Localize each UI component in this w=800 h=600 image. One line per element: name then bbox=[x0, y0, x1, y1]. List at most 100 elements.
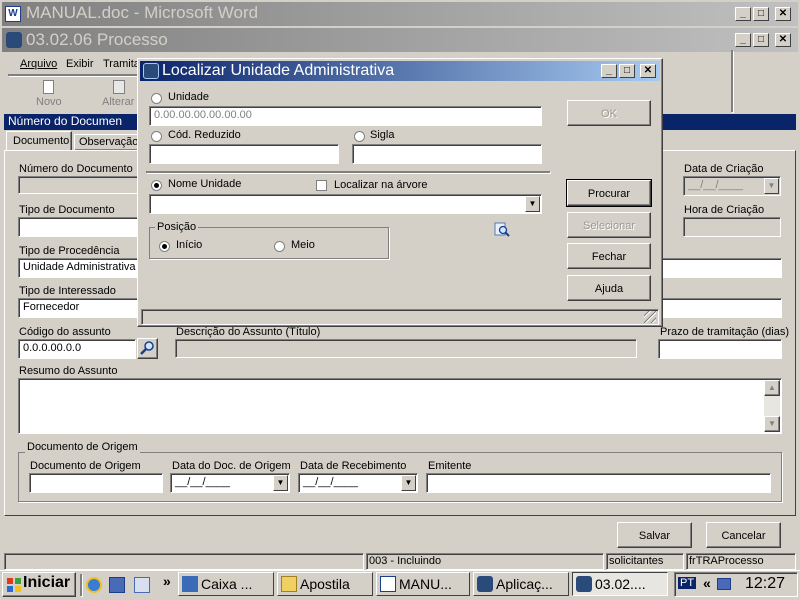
tipo-procedencia-field[interactable]: Unidade Administrativa bbox=[18, 258, 138, 278]
word-doc-icon: W bbox=[5, 6, 21, 22]
radio-nome-unidade-label: Nome Unidade bbox=[168, 178, 242, 190]
interessado-name-field[interactable] bbox=[660, 298, 782, 318]
taskbar-item-apostila[interactable]: Apostila bbox=[277, 572, 373, 596]
ok-button[interactable]: OK bbox=[567, 100, 651, 126]
resumo-assunto-textarea[interactable]: ▲ ▼ bbox=[18, 378, 782, 434]
word-window-title: MANUAL.doc - Microsoft Word bbox=[26, 3, 259, 22]
show-desktop-icon[interactable] bbox=[134, 577, 150, 593]
scrollbar-track[interactable] bbox=[764, 396, 780, 416]
codigo-assunto-value: 0.0.0.00.0.0 bbox=[23, 342, 82, 354]
app-icon bbox=[477, 576, 493, 592]
dialog-close-button[interactable]: ✕ bbox=[640, 64, 656, 78]
tipo-interessado-field[interactable]: Fornecedor bbox=[18, 298, 138, 318]
cod-reduzido-field[interactable] bbox=[149, 144, 339, 164]
cancelar-button[interactable]: Cancelar bbox=[706, 522, 781, 548]
dialog-titlebar[interactable]: Localizar Unidade Administrativa _ □ ✕ bbox=[140, 61, 660, 81]
start-button[interactable]: Iniciar bbox=[2, 572, 76, 597]
prazo-tramitacao-label: Prazo de tramitação (dias) bbox=[660, 326, 789, 338]
taskbar-item-aplicacao[interactable]: Aplicaç... bbox=[473, 572, 569, 596]
fechar-button[interactable]: Fechar bbox=[567, 243, 651, 269]
procedencia-name-field[interactable] bbox=[660, 258, 782, 278]
taskbar-item-caixa[interactable]: Caixa ... bbox=[178, 572, 274, 596]
descricao-assunto-field bbox=[175, 339, 637, 358]
tab-observacao-label: Observação bbox=[79, 136, 139, 148]
radio-posicao-meio[interactable] bbox=[274, 241, 285, 252]
tab-documento[interactable]: Documento bbox=[6, 131, 72, 151]
ajuda-button[interactable]: Ajuda bbox=[567, 275, 651, 301]
folder-icon bbox=[281, 576, 297, 592]
new-doc-icon bbox=[43, 80, 54, 94]
localizar-arvore-label: Localizar na árvore bbox=[334, 179, 428, 191]
unidade-field[interactable]: 0.00.00.00.00.00.00 bbox=[149, 106, 542, 126]
scroll-up-button[interactable]: ▲ bbox=[764, 380, 780, 396]
network-icon[interactable] bbox=[717, 578, 731, 590]
status-panel-3: solicitantes bbox=[606, 553, 684, 570]
clock: 12:27 bbox=[745, 575, 786, 592]
status-table: solicitantes bbox=[609, 555, 664, 567]
localizar-arvore-checkbox[interactable] bbox=[316, 180, 327, 191]
radio-unidade[interactable] bbox=[151, 93, 162, 104]
app-icon bbox=[576, 576, 592, 592]
taskbar-item-processo[interactable]: 03.02.... bbox=[572, 572, 668, 596]
status-panel-2: 003 - Incluindo bbox=[366, 553, 604, 570]
sigla-field[interactable] bbox=[352, 144, 542, 164]
word-minimize-button[interactable]: _ bbox=[735, 7, 751, 21]
dialog-minimize-button[interactable]: _ bbox=[601, 64, 617, 78]
unidade-value: 0.00.00.00.00.00.00 bbox=[154, 109, 252, 121]
radio-posicao-inicio[interactable] bbox=[159, 241, 170, 252]
selecionar-button[interactable]: Selecionar bbox=[567, 212, 651, 238]
language-indicator[interactable]: PT bbox=[678, 577, 697, 589]
word-close-button[interactable]: ✕ bbox=[775, 7, 791, 21]
tab-observacao[interactable]: Observação bbox=[74, 134, 144, 151]
numero-documento-label: Número do Documento bbox=[19, 163, 133, 175]
outlook-icon[interactable] bbox=[109, 577, 125, 593]
scroll-down-button[interactable]: ▼ bbox=[764, 416, 780, 432]
taskbar-item-manual-label: MANU... bbox=[399, 576, 452, 592]
codigo-assunto-search-button[interactable] bbox=[137, 338, 158, 359]
data-recebimento-field[interactable]: __/__/____ ▼ bbox=[298, 473, 418, 493]
search-tree-icon[interactable] bbox=[494, 222, 510, 238]
quicklaunch-more-icon[interactable]: » bbox=[163, 573, 171, 589]
word-maximize-button[interactable]: □ bbox=[753, 7, 769, 21]
tipo-documento-label: Tipo de Documento bbox=[19, 204, 115, 216]
dialog-maximize-button[interactable]: □ bbox=[619, 64, 635, 78]
size-grip-icon[interactable] bbox=[644, 311, 656, 323]
radio-cod-reduzido[interactable] bbox=[151, 131, 162, 142]
menu-exibir[interactable]: Exibir bbox=[66, 58, 94, 70]
word-titlebar[interactable]: W MANUAL.doc - Microsoft Word _ □ ✕ bbox=[2, 2, 798, 26]
emitente-field[interactable] bbox=[426, 473, 771, 493]
menu-arquivo[interactable]: Arquivo bbox=[20, 58, 57, 70]
windows-logo-icon bbox=[7, 578, 21, 592]
procurar-button[interactable]: Procurar bbox=[566, 179, 652, 207]
data-doc-origem-field[interactable]: __/__/____ ▼ bbox=[170, 473, 290, 493]
processo-close-button[interactable]: ✕ bbox=[775, 33, 791, 47]
salvar-button[interactable]: Salvar bbox=[617, 522, 692, 548]
chevron-down-icon[interactable]: ▼ bbox=[525, 196, 540, 212]
radio-nome-unidade[interactable] bbox=[151, 180, 162, 191]
tipo-documento-field[interactable] bbox=[18, 217, 138, 237]
chevron-down-icon[interactable]: ▼ bbox=[273, 475, 288, 491]
toolbar-novo-button[interactable]: Novo bbox=[28, 78, 72, 112]
toolbar-alterar-button[interactable]: Alterar bbox=[98, 78, 142, 112]
chevron-down-icon[interactable]: ▼ bbox=[401, 475, 416, 491]
documento-origem-group-title: Documento de Origem bbox=[25, 441, 140, 453]
documento-origem-field[interactable] bbox=[29, 473, 163, 493]
codigo-assunto-field[interactable]: 0.0.0.00.0.0 bbox=[18, 339, 136, 359]
documento-origem-label: Documento de Origem bbox=[30, 460, 141, 472]
ie-icon[interactable] bbox=[86, 577, 102, 593]
processo-titlebar[interactable]: 03.02.06 Processo _ □ ✕ bbox=[2, 28, 798, 52]
radio-posicao-inicio-label: Início bbox=[176, 239, 203, 251]
tray-expand-icon[interactable]: « bbox=[703, 575, 711, 591]
prazo-tramitacao-field[interactable] bbox=[658, 339, 782, 359]
radio-sigla[interactable] bbox=[354, 131, 365, 142]
chevron-down-icon: ▼ bbox=[764, 178, 779, 194]
processo-minimize-button[interactable]: _ bbox=[735, 33, 751, 47]
menu-tramita[interactable]: Tramita bbox=[103, 58, 140, 70]
nome-unidade-combo[interactable]: ▼ bbox=[149, 194, 542, 214]
taskbar-item-manual[interactable]: MANU... bbox=[376, 572, 470, 596]
data-recebimento-value: __/__/____ bbox=[303, 476, 359, 488]
dialog-app-icon bbox=[143, 63, 159, 79]
data-doc-origem-label: Data do Doc. de Origem bbox=[172, 460, 291, 472]
processo-maximize-button[interactable]: □ bbox=[753, 33, 769, 47]
dialog-title: Localizar Unidade Administrativa bbox=[162, 62, 395, 79]
